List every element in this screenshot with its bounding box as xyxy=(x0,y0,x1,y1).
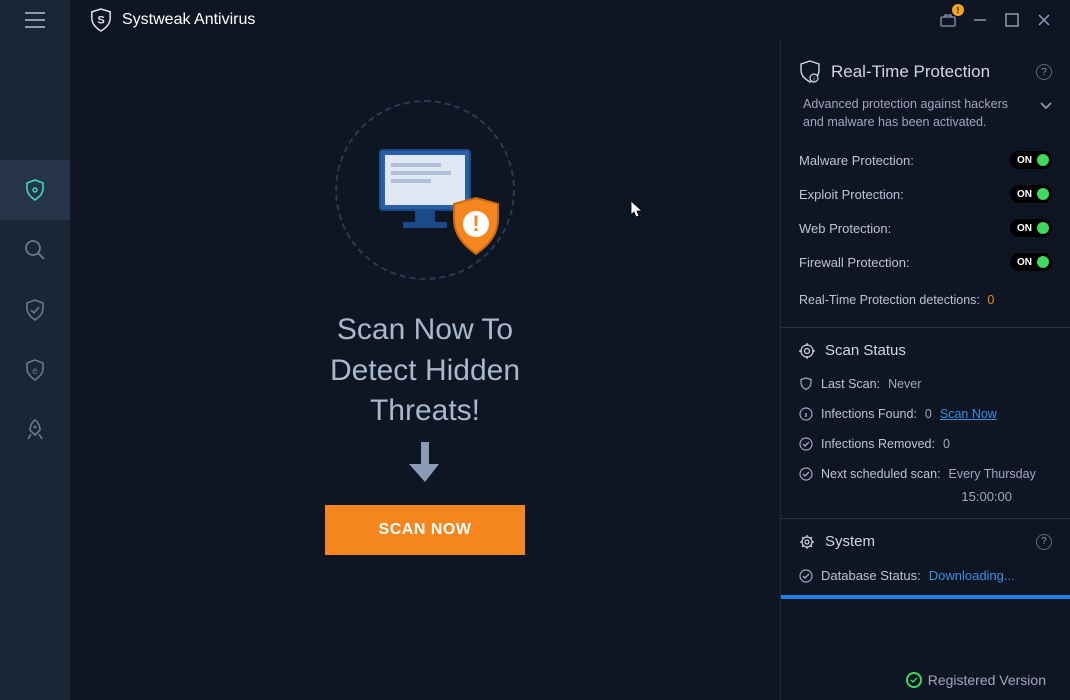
sidebar: e xyxy=(0,40,70,700)
scan-now-link[interactable]: Scan Now xyxy=(940,407,997,421)
system-help-button[interactable]: ? xyxy=(1036,534,1052,550)
shield-e-icon: e xyxy=(23,358,47,382)
shield-info-icon: i xyxy=(799,60,821,84)
app-logo: S Systweak Antivirus xyxy=(90,8,255,32)
check-circle-icon xyxy=(799,437,813,451)
next-scan-label: Next scheduled scan: xyxy=(821,467,941,481)
exploit-protection-toggle[interactable] xyxy=(1010,185,1052,203)
detections-count: 0 xyxy=(987,293,994,307)
infections-removed-label: Infections Removed: xyxy=(821,437,935,451)
footer-status: Registered Version xyxy=(906,672,1046,688)
registered-label: Registered Version xyxy=(928,672,1046,688)
svg-text:!: ! xyxy=(472,211,479,236)
svg-text:e: e xyxy=(32,366,38,377)
next-scan-time: 15:00:00 xyxy=(799,489,1052,504)
rtprotection-collapse-button[interactable] xyxy=(1040,98,1052,116)
maximize-icon xyxy=(1004,12,1020,28)
hero-graphic: ! xyxy=(335,100,515,280)
app-title: Systweak Antivirus xyxy=(122,11,255,29)
sidebar-item-protection[interactable] xyxy=(0,160,70,220)
sidebar-item-settings-e[interactable]: e xyxy=(0,340,70,400)
right-panel: i Real-Time Protection ? Advanced protec… xyxy=(780,40,1070,700)
maximize-button[interactable] xyxy=(998,6,1026,34)
scanstatus-header: Scan Status xyxy=(799,342,1052,359)
main-panel: ! Scan Now To Detect Hidden Threats! SCA… xyxy=(70,40,780,700)
briefcase-icon xyxy=(940,12,956,28)
scanstatus-title: Scan Status xyxy=(825,342,906,359)
hero-line-2: Detect Hidden xyxy=(330,351,520,392)
titlebar: S Systweak Antivirus xyxy=(0,0,1070,40)
chevron-down-icon xyxy=(1040,102,1052,110)
check-circle-icon xyxy=(799,467,813,481)
web-protection-label: Web Protection: xyxy=(799,221,891,236)
malware-protection-toggle[interactable] xyxy=(1010,151,1052,169)
rocket-icon xyxy=(23,418,47,442)
infections-found-label: Infections Found: xyxy=(821,407,917,421)
shield-small-icon xyxy=(799,377,813,391)
hero-line-3: Threats! xyxy=(330,391,520,432)
rtprotection-desc: Advanced protection against hackers and … xyxy=(803,96,1032,131)
next-scan-value: Every Thursday xyxy=(949,467,1036,481)
sidebar-item-optimize[interactable] xyxy=(0,400,70,460)
down-arrow-icon xyxy=(407,440,443,489)
db-status-value: Downloading... xyxy=(929,568,1015,583)
close-button[interactable] xyxy=(1030,6,1058,34)
minimize-button[interactable] xyxy=(966,6,994,34)
db-status-label: Database Status: xyxy=(821,568,921,583)
sidebar-item-scan[interactable] xyxy=(0,220,70,280)
rtprotection-detections: Real-Time Protection detections: 0 xyxy=(799,281,1052,321)
info-icon xyxy=(799,407,813,421)
db-progress xyxy=(781,595,1070,599)
detections-label: Real-Time Protection detections: xyxy=(799,293,980,307)
hero-line-1: Scan Now To xyxy=(330,310,520,351)
notifications-button[interactable] xyxy=(934,6,962,34)
web-protection-toggle[interactable] xyxy=(1010,219,1052,237)
shield-check-icon xyxy=(23,298,47,322)
menu-button[interactable] xyxy=(0,0,70,40)
minimize-icon xyxy=(972,12,988,28)
system-title: System xyxy=(825,533,875,550)
shield-logo-icon: S xyxy=(90,8,112,32)
check-circle-icon xyxy=(799,569,813,583)
svg-text:i: i xyxy=(813,77,814,83)
alert-shield-icon: ! xyxy=(449,196,503,256)
search-icon xyxy=(23,238,47,262)
registered-check-icon xyxy=(906,672,922,688)
rtprotection-title: Real-Time Protection xyxy=(831,62,990,82)
hero-text: Scan Now To Detect Hidden Threats! xyxy=(330,310,520,432)
rtprotection-header: i Real-Time Protection ? xyxy=(799,60,1052,84)
system-header: System ? xyxy=(799,533,1052,550)
firewall-protection-label: Firewall Protection: xyxy=(799,255,910,270)
last-scan-label: Last Scan: xyxy=(821,377,880,391)
infections-found-value: 0 xyxy=(925,407,932,421)
gear-icon xyxy=(799,534,815,550)
last-scan-value: Never xyxy=(888,377,921,391)
sidebar-item-quarantine[interactable] xyxy=(0,280,70,340)
infections-removed-value: 0 xyxy=(943,437,950,451)
rtprotection-help-button[interactable]: ? xyxy=(1036,64,1052,80)
svg-text:S: S xyxy=(97,15,104,27)
close-icon xyxy=(1036,12,1052,28)
hamburger-icon xyxy=(24,11,46,29)
firewall-protection-toggle[interactable] xyxy=(1010,253,1052,271)
exploit-protection-label: Exploit Protection: xyxy=(799,187,904,202)
target-icon xyxy=(799,343,815,359)
scan-now-button[interactable]: SCAN NOW xyxy=(325,505,525,555)
shield-lock-icon xyxy=(23,178,47,202)
malware-protection-label: Malware Protection: xyxy=(799,153,914,168)
